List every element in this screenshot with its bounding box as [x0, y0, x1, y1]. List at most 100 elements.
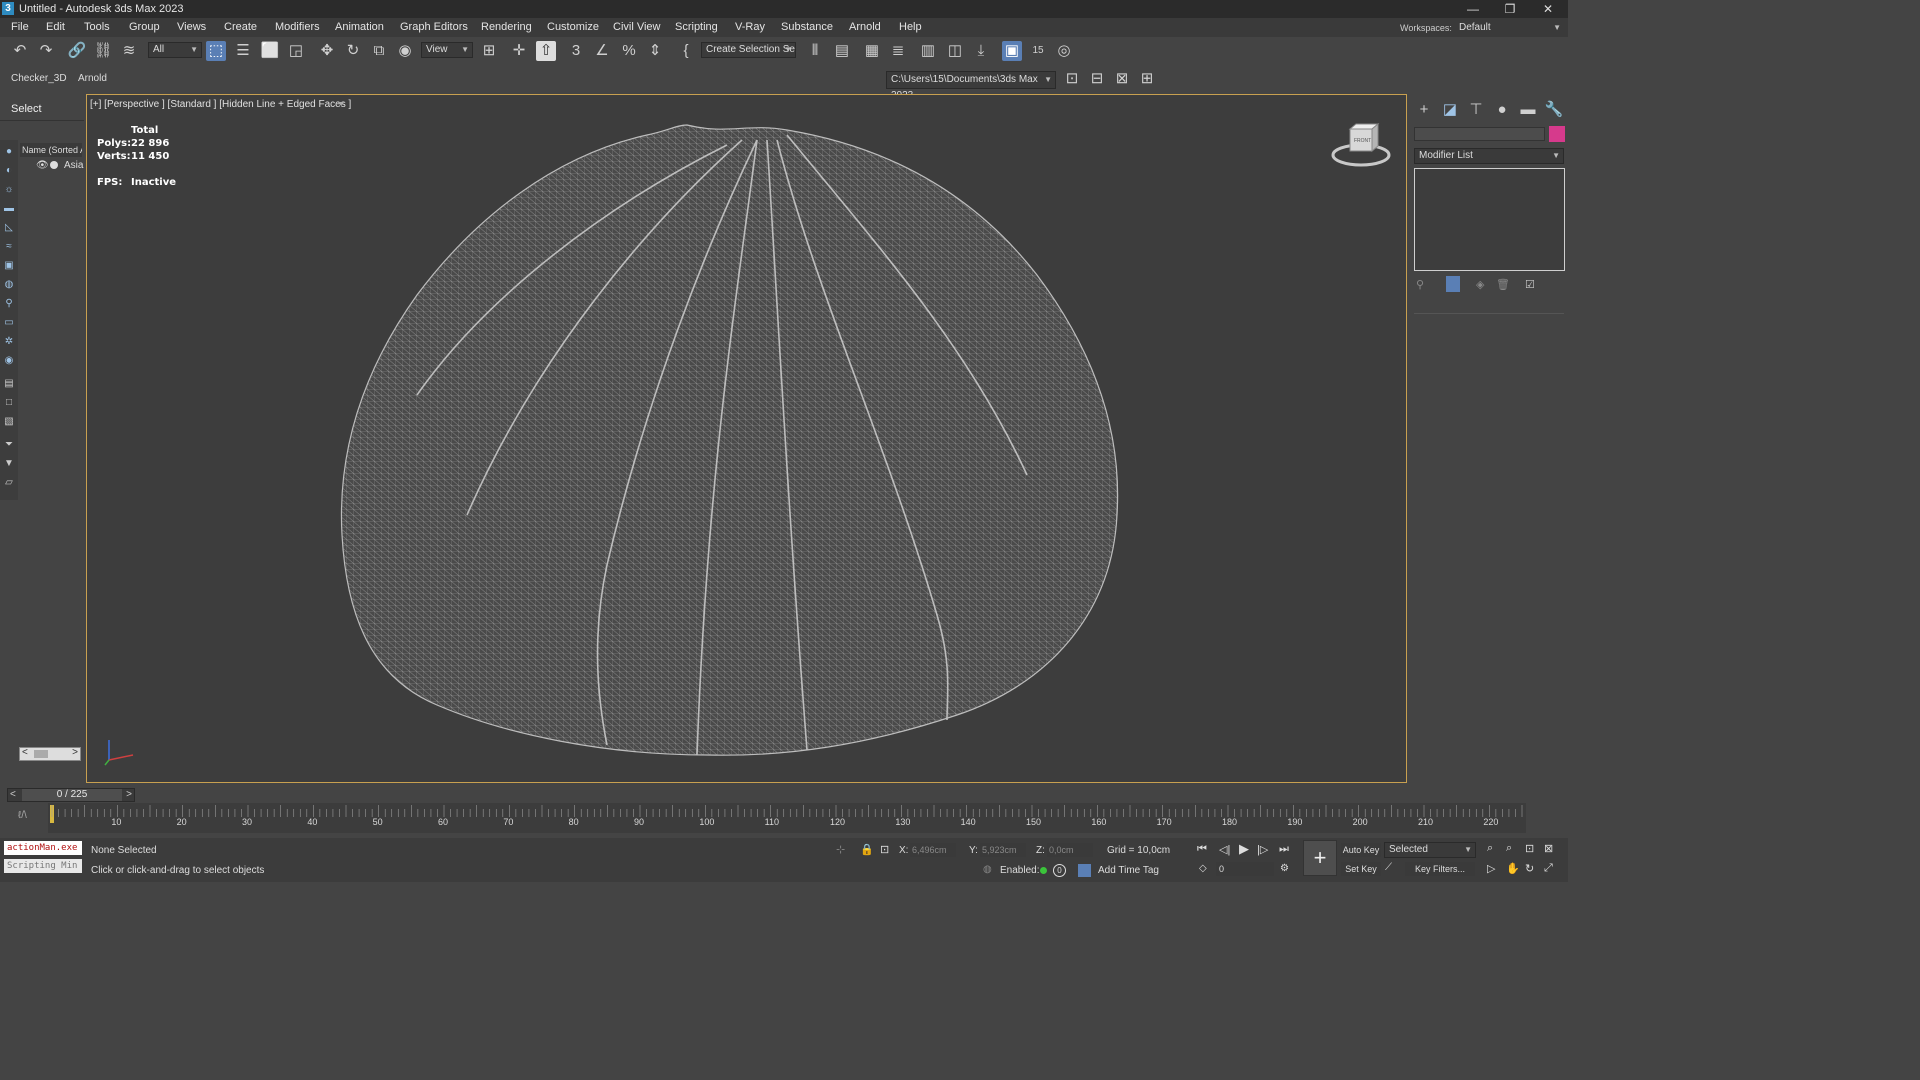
pan-view-icon[interactable]: ✋: [1506, 862, 1520, 875]
modifier-stack[interactable]: [1414, 168, 1565, 271]
menu-modifiers[interactable]: Modifiers: [275, 21, 320, 33]
render-setup-icon[interactable]: 15: [1028, 41, 1048, 61]
project-folder-icon[interactable]: ⊡: [1062, 69, 1082, 89]
display-lights-icon[interactable]: ☼: [2, 183, 16, 197]
menu-views[interactable]: Views: [177, 21, 206, 33]
zoom-icon[interactable]: ⌕: [1487, 842, 1493, 855]
y-coord-field[interactable]: 5,923cm: [980, 843, 1026, 857]
key-filter-selection-dropdown[interactable]: Selected ▼: [1384, 842, 1476, 858]
window-crossing-icon[interactable]: ◲: [286, 41, 306, 61]
funnel-icon[interactable]: ▼: [2, 457, 16, 471]
absolute-mode-icon[interactable]: ⊡: [880, 843, 889, 856]
menu-animation[interactable]: Animation: [335, 21, 384, 33]
goto-end-icon[interactable]: ⏭: [1279, 843, 1289, 856]
scene-object-item[interactable]: Asia: [64, 160, 83, 171]
layer-explorer-icon[interactable]: ≣: [888, 41, 908, 61]
name-column-header[interactable]: Name (Sorted A: [20, 143, 82, 157]
pin-stack-icon[interactable]: ⚲: [1416, 278, 1424, 291]
object-color-swatch[interactable]: [1549, 126, 1565, 142]
display-invert-icon[interactable]: ▧: [2, 415, 16, 429]
display-helpers-icon[interactable]: ◺: [2, 221, 16, 235]
display-particles-icon[interactable]: ✲: [2, 335, 16, 349]
auto-key-button[interactable]: Auto Key: [1341, 843, 1381, 857]
toggle-ribbon-icon[interactable]: ▥: [918, 41, 938, 61]
z-coord-field[interactable]: 0,0cm: [1047, 843, 1093, 857]
scroll-right-icon[interactable]: >: [72, 747, 78, 758]
menu-civil-view[interactable]: Civil View: [613, 21, 660, 33]
scene-explorer-icon[interactable]: ▦: [862, 41, 882, 61]
close-icon[interactable]: ✕: [1530, 1, 1566, 17]
object-name-field[interactable]: [1414, 127, 1545, 141]
maxscript-listener[interactable]: actionMan.exe: [4, 841, 82, 855]
default-in-out-tangents-icon[interactable]: ⟋: [1385, 862, 1392, 873]
display-all-icon[interactable]: ▤: [2, 377, 16, 391]
display-spacewarps-icon[interactable]: ≈: [2, 240, 16, 254]
rotate-icon[interactable]: ↻: [343, 41, 363, 61]
named-selection-dropdown[interactable]: Create Selection Se ▼: [701, 42, 796, 58]
selection-filter-dropdown[interactable]: All ▼: [148, 42, 202, 58]
current-frame-field[interactable]: 0: [1216, 862, 1274, 876]
display-geometry-icon[interactable]: ●: [2, 145, 16, 159]
zoom-all-icon[interactable]: ⌕: [1506, 842, 1512, 855]
menu-help[interactable]: Help: [899, 21, 922, 33]
menu-edit[interactable]: Edit: [46, 21, 65, 33]
render-frame-icon[interactable]: ◎: [1054, 41, 1074, 61]
display-hidden-icon[interactable]: ◉: [2, 354, 16, 368]
menu-create[interactable]: Create: [224, 21, 257, 33]
rectangular-selection-icon[interactable]: ⬜: [260, 41, 280, 61]
field-of-view-icon[interactable]: ▷: [1487, 862, 1495, 875]
wireframe-mesh[interactable]: [87, 95, 1407, 783]
unlink-icon[interactable]: ⛓: [93, 41, 113, 61]
select-menu[interactable]: Select: [11, 103, 42, 115]
percent-snap-icon[interactable]: %: [619, 41, 639, 61]
menu-group[interactable]: Group: [129, 21, 160, 33]
material-editor-icon[interactable]: ▣: [1002, 41, 1022, 61]
bind-spacewarp-icon[interactable]: ≋: [119, 41, 139, 61]
next-frame-icon[interactable]: |▷: [1257, 843, 1268, 856]
select-object-icon[interactable]: ⬚: [206, 41, 226, 61]
set-key-big-icon[interactable]: +: [1303, 840, 1337, 876]
x-coord-field[interactable]: 6,496cm: [910, 843, 956, 857]
remove-modifier-icon[interactable]: 🗑: [1496, 278, 1510, 291]
perspective-viewport[interactable]: [+] [Perspective ] [Standard ] [Hidden L…: [86, 94, 1407, 783]
scale-icon[interactable]: ⧉: [369, 41, 389, 61]
zoom-extents-all-icon[interactable]: ⊠: [1544, 842, 1553, 855]
snaps-toggle-icon[interactable]: 3: [566, 41, 586, 61]
curve-editor-mini-icon[interactable]: ℓ/\: [18, 810, 27, 821]
scroll-left-icon[interactable]: <: [22, 747, 28, 758]
display-shapes-icon[interactable]: ◐: [2, 164, 16, 178]
visibility-eye-icon[interactable]: 👁: [36, 160, 49, 171]
set-key-button[interactable]: Set Key: [1341, 862, 1381, 876]
move-icon[interactable]: ✥: [317, 41, 337, 61]
selection-lock-icon[interactable]: 🔒: [860, 843, 874, 856]
modify-tab-icon[interactable]: ◪: [1440, 100, 1460, 120]
save-project-icon[interactable]: ⊠: [1112, 69, 1132, 89]
goto-start-icon[interactable]: ⏮: [1197, 843, 1207, 856]
menu-substance[interactable]: Substance: [781, 21, 833, 33]
redo-icon[interactable]: ↷: [36, 41, 56, 61]
utilities-tab-icon[interactable]: 🔧: [1544, 100, 1564, 120]
pivot-center-icon[interactable]: ⊞: [479, 41, 499, 61]
time-tag-icon[interactable]: [1078, 864, 1091, 877]
menu-file[interactable]: File: [11, 21, 29, 33]
curve-editor-icon[interactable]: ◫: [945, 41, 965, 61]
menu-scripting[interactable]: Scripting: [675, 21, 718, 33]
configure-modifier-sets-icon[interactable]: ☑: [1525, 278, 1535, 291]
align-icon[interactable]: ▤: [832, 41, 852, 61]
menu-tools[interactable]: Tools: [84, 21, 110, 33]
maxscript-mini[interactable]: Scripting Min: [4, 859, 82, 873]
display-tab-icon[interactable]: ▬: [1518, 100, 1538, 120]
open-project-icon[interactable]: ⊟: [1087, 69, 1107, 89]
display-none-icon[interactable]: □: [2, 396, 16, 410]
adaptive-degradation-icon[interactable]: ◍: [983, 864, 992, 875]
tab-arnold[interactable]: Arnold: [78, 73, 107, 84]
time-tag-toggle-icon[interactable]: 0: [1053, 864, 1066, 877]
explorer-hscrollbar[interactable]: < >: [19, 747, 81, 761]
filter-icon[interactable]: ⏷: [2, 438, 16, 452]
place-icon[interactable]: ◉: [395, 41, 415, 61]
frame-readout[interactable]: 0 / 225: [22, 789, 122, 801]
display-bones-icon[interactable]: ⚲: [2, 297, 16, 311]
display-xrefs-icon[interactable]: ◍: [2, 278, 16, 292]
key-mode-icon[interactable]: ◇: [1199, 863, 1207, 874]
display-containers-icon[interactable]: ▭: [2, 316, 16, 330]
